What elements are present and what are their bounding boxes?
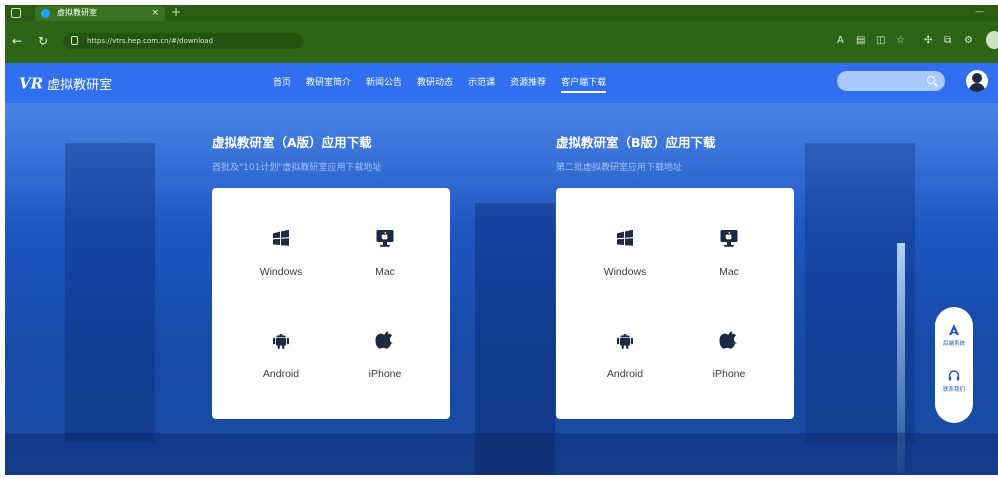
panel-b-subtitle: 第二批虚拟教研室应用下载地址	[556, 163, 683, 173]
menu-item-news[interactable]: 新闻公告	[366, 75, 402, 93]
windows-icon	[273, 229, 289, 246]
mac-label: Mac	[719, 266, 739, 278]
browser-toolbar: ← ↻ https://vtrs.hep.com.cn/#/download A…	[5, 21, 998, 63]
background-shelf-left	[65, 143, 155, 443]
windows-label: Windows	[603, 266, 647, 278]
panel-a-windows-button[interactable]: Windows	[246, 228, 316, 288]
collections-icon[interactable]: ⧉	[944, 34, 951, 48]
user-avatar[interactable]	[966, 70, 988, 92]
browser-window: 虚拟教研室 × + — ← ↻ https://vtrs.hep.com.cn/…	[5, 5, 998, 475]
tab-strip: 虚拟教研室 × + —	[5, 5, 998, 21]
iphone-label: iPhone	[712, 368, 746, 380]
lock-icon	[71, 36, 78, 45]
headset-icon	[948, 370, 960, 381]
extensions-icon[interactable]: ✣	[924, 34, 932, 48]
admin-system-label: 后端系统	[942, 341, 965, 347]
minimize-icon[interactable]: —	[975, 7, 984, 17]
window-menu-icon[interactable]	[11, 8, 21, 18]
address-bar[interactable]: https://vtrs.hep.com.cn/#/download	[63, 33, 303, 49]
favorite-icon[interactable]: ☆	[896, 34, 905, 48]
logo-text: 虚拟教研室	[47, 78, 113, 93]
search-icon[interactable]	[927, 76, 935, 84]
background-floor	[5, 433, 998, 475]
tools-icon[interactable]: ⚙	[964, 34, 973, 48]
menu-item-demo-courses[interactable]: 示范课	[468, 75, 495, 93]
new-tab-icon[interactable]: +	[171, 5, 181, 20]
reader-icon[interactable]: ▤	[856, 34, 865, 48]
panel-a-subtitle: 首批及"101计划"虚拟教研室应用下载地址	[212, 163, 382, 173]
android-label: Android	[262, 368, 300, 380]
site-header: VR 虚拟教研室 首页 教研室简介 新闻公告 教研动态 示范课 资源推荐 客户端下…	[5, 63, 998, 103]
android-icon	[617, 334, 633, 349]
download-hero: 虚拟教研室（A版）应用下载 首批及"101计划"虚拟教研室应用下载地址 Wind…	[5, 103, 998, 475]
panel-a-android-button[interactable]: Android	[246, 330, 316, 390]
contact-us-button[interactable]: 联系我们	[935, 369, 973, 393]
panel-b-iphone-button[interactable]: iPhone	[694, 330, 764, 390]
mac-icon	[720, 230, 738, 247]
android-icon	[273, 334, 289, 349]
admin-system-icon	[949, 324, 959, 335]
search-input[interactable]	[837, 71, 945, 91]
download-panel-b: 虚拟教研室（B版）应用下载 第二批虚拟教研室应用下载地址 Windows Mac…	[556, 134, 801, 419]
back-icon[interactable]: ←	[12, 34, 22, 48]
windows-icon	[617, 229, 633, 246]
split-icon[interactable]: ◫	[876, 34, 885, 48]
contact-us-label: 联系我们	[942, 387, 965, 393]
profile-icon[interactable]	[986, 31, 998, 49]
menu-item-activities[interactable]: 教研动态	[417, 75, 453, 93]
menu-item-download[interactable]: 客户端下载	[561, 75, 607, 93]
read-aloud-icon[interactable]: A	[837, 34, 844, 48]
main-menu: 首页 教研室简介 新闻公告 教研动态 示范课 资源推荐 客户端下载	[273, 75, 621, 93]
panel-a-title: 虚拟教研室（A版）应用下载	[212, 135, 372, 150]
apple-icon	[719, 331, 738, 349]
apple-icon	[375, 331, 394, 349]
url-text: https://vtrs.hep.com.cn/#/download	[87, 37, 214, 45]
panel-a-mac-button[interactable]: Mac	[350, 228, 420, 288]
panel-b-windows-button[interactable]: Windows	[590, 228, 660, 288]
download-panel-a: 虚拟教研室（A版）应用下载 首批及"101计划"虚拟教研室应用下载地址 Wind…	[212, 134, 457, 419]
iphone-label: iPhone	[368, 368, 402, 380]
tab-title: 虚拟教研室	[57, 8, 97, 17]
windows-label: Windows	[259, 266, 303, 278]
logo-mark: VR	[19, 74, 44, 93]
menu-item-resources[interactable]: 资源推荐	[510, 75, 546, 93]
refresh-icon[interactable]: ↻	[38, 34, 48, 48]
menu-item-home[interactable]: 首页	[273, 75, 291, 93]
panel-b-mac-button[interactable]: Mac	[694, 228, 764, 288]
site-logo[interactable]: VR 虚拟教研室	[19, 73, 113, 94]
admin-system-button[interactable]: 后端系统	[935, 323, 973, 347]
panel-b-card: Windows Mac Android iPhone	[556, 188, 794, 419]
avatar-body	[969, 83, 985, 92]
panel-a-card: Windows Mac Android iPhone	[212, 188, 450, 419]
panel-b-title: 虚拟教研室（B版）应用下载	[556, 135, 716, 150]
floating-side-widget: 后端系统 联系我们	[935, 307, 973, 423]
menu-item-about[interactable]: 教研室简介	[306, 75, 351, 93]
mac-icon	[376, 230, 394, 247]
panel-a-iphone-button[interactable]: iPhone	[350, 330, 420, 390]
android-label: Android	[606, 368, 644, 380]
browser-tab[interactable]: 虚拟教研室 ×	[35, 6, 165, 21]
mac-label: Mac	[375, 266, 395, 278]
panel-b-android-button[interactable]: Android	[590, 330, 660, 390]
site-favicon-icon	[41, 9, 50, 18]
avatar-head	[972, 73, 982, 83]
tab-close-icon[interactable]: ×	[151, 7, 159, 19]
